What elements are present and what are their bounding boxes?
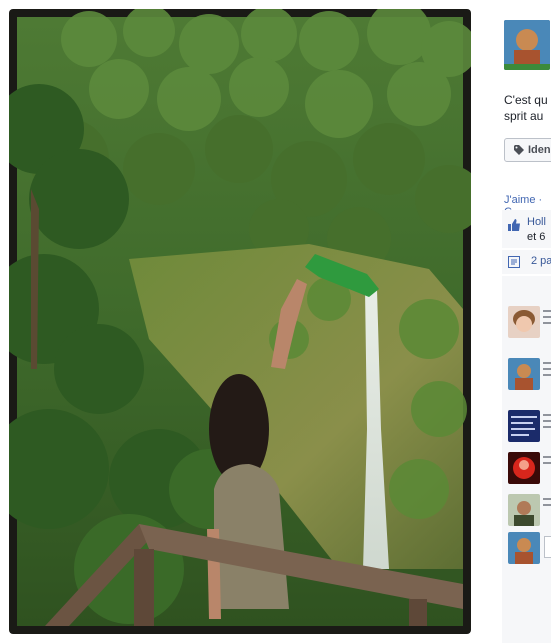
comment-avatar[interactable] <box>508 306 540 338</box>
tag-photo-button[interactable]: Iden <box>504 138 551 162</box>
tag-button-label: Iden <box>528 144 551 156</box>
comment-avatar[interactable] <box>508 494 540 526</box>
comment-input[interactable] <box>544 536 551 558</box>
red-glow-image <box>508 452 540 484</box>
post-photo[interactable] <box>9 9 471 634</box>
comment-avatar[interactable] <box>508 410 540 442</box>
screenshot-thumbnail-image <box>508 410 540 442</box>
comments-list <box>502 276 551 643</box>
photo-sidebar: C'est qu sprit au Iden J'aime · C Holl e… <box>497 0 551 643</box>
man-portrait-image <box>508 494 540 526</box>
waterfall-photo-image <box>9 9 471 626</box>
likes-line: et 6 <box>527 231 546 243</box>
likes-summary[interactable]: Holl et 6 <box>502 210 551 248</box>
comment-avatar[interactable] <box>508 452 540 484</box>
caption-line: C'est qu <box>504 93 548 107</box>
share-icon <box>508 256 520 268</box>
post-caption: C'est qu sprit au <box>504 92 548 124</box>
poster-avatar[interactable] <box>504 20 550 70</box>
shares-text[interactable]: 2 pa <box>531 255 551 267</box>
shares-summary[interactable]: 2 pa <box>502 250 551 274</box>
cartoon-avatar-image <box>504 20 550 70</box>
thumbs-up-icon <box>508 219 520 231</box>
cartoon-character-image <box>508 358 540 390</box>
comment-avatar[interactable] <box>508 532 540 564</box>
likes-line[interactable]: Holl <box>527 216 546 228</box>
tag-icon <box>514 145 524 155</box>
comment-avatar[interactable] <box>508 358 540 390</box>
woman-portrait-image <box>508 306 540 338</box>
cartoon-character-image <box>508 532 540 564</box>
caption-line: sprit au <box>504 109 544 123</box>
